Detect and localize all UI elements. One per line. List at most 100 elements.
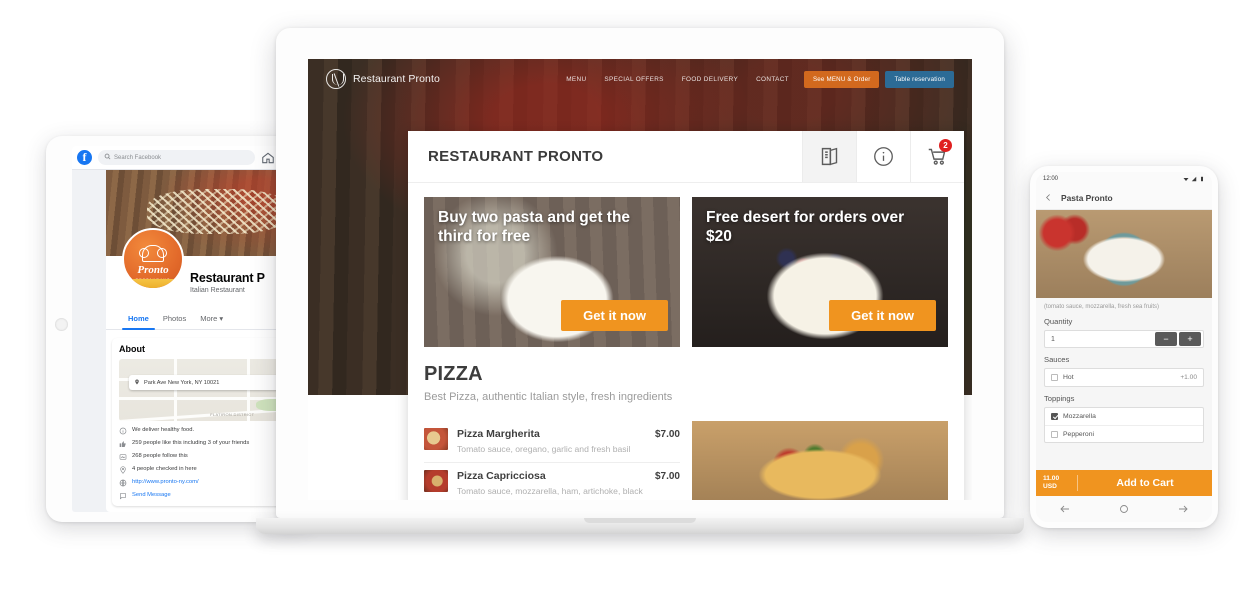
facebook-tabs: Home Photos More ▾	[106, 308, 300, 330]
restaurant-website: Restaurant Pronto MENU SPECIAL OFFERS FO…	[308, 59, 972, 500]
back-arrow-icon[interactable]	[1059, 503, 1071, 515]
list-item[interactable]: Send Message	[119, 492, 300, 500]
nav-item-food-delivery[interactable]: FOOD DELIVERY	[673, 76, 747, 83]
option-price: +1.00	[1180, 374, 1197, 381]
nav-item-menu[interactable]: MENU	[557, 76, 595, 83]
promo-banners: Buy two pasta and get the third for free…	[408, 183, 964, 347]
avatar[interactable]: Pronto RESTAURANT	[122, 228, 184, 290]
add-to-cart-button[interactable]: Add to Cart	[1078, 477, 1212, 489]
shopping-cart-icon[interactable]: 2	[910, 131, 964, 182]
facebook-logo-icon[interactable]: f	[77, 150, 92, 165]
get-it-now-button[interactable]: Get it now	[829, 300, 936, 331]
location-icon	[119, 466, 127, 474]
promo-text: Free desert for orders over $20	[706, 209, 905, 245]
widget-title: RESTAURANT PRONTO	[428, 148, 604, 165]
menu-item-row[interactable]: Pizza Margherita Tomato sauce, oregano, …	[424, 421, 680, 462]
option-row-hot[interactable]: Hot +1.00	[1045, 369, 1203, 386]
facebook-body: Pronto RESTAURANT Restaurant P Italian R…	[72, 170, 300, 512]
tab-photos[interactable]: Photos	[163, 314, 186, 329]
promo-text: Buy two pasta and get the third for free	[438, 209, 631, 245]
home-icon[interactable]	[261, 151, 275, 165]
address-text: Park Ave New York, NY 10021	[144, 379, 220, 386]
see-menu-and-order-button[interactable]: See MENU & Order	[803, 70, 880, 88]
address-pill[interactable]: Park Ave New York, NY 10021	[129, 375, 300, 390]
people-icon	[119, 453, 127, 461]
checkbox-icon[interactable]	[1051, 430, 1058, 438]
option-label: Mozzarella	[1063, 413, 1096, 420]
tab-more[interactable]: More ▾	[200, 314, 223, 329]
laptop-lid: Restaurant Pronto MENU SPECIAL OFFERS FO…	[276, 28, 1004, 518]
status-bar: 12:00	[1036, 172, 1212, 186]
map-preview[interactable]: NOMAD FLATIRON DISTRICT Park Ave New Yor…	[119, 359, 300, 421]
option-row-mozzarella[interactable]: Mozzarella	[1045, 408, 1203, 425]
app-title: Pasta Pronto	[1061, 192, 1113, 203]
phone-device: 12:00 Pasta Pronto (tomato sauce, mozzar…	[1030, 166, 1218, 528]
checkbox-icon[interactable]	[1051, 374, 1058, 381]
menu-book-icon[interactable]	[802, 131, 856, 182]
about-info-list: We deliver healthy food. Why food. 259 p…	[119, 427, 300, 500]
option-label: Hot	[1063, 374, 1074, 381]
brand-name: Restaurant Pronto	[353, 73, 440, 85]
toppings-label: Toppings	[1044, 394, 1075, 403]
website-link[interactable]: http://www.pronto-ny.com/	[132, 479, 199, 487]
fork-knife-logo-icon	[326, 69, 346, 89]
phone-screen: 12:00 Pasta Pronto (tomato sauce, mozzar…	[1036, 172, 1212, 522]
item-name: Pizza Capricciosa	[457, 470, 546, 483]
tab-home[interactable]: Home	[122, 314, 155, 330]
message-icon	[119, 492, 127, 500]
list-item[interactable]: http://www.pronto-ny.com/	[119, 479, 300, 487]
promo-banner-dessert[interactable]: Free desert for orders over $20 Get it n…	[692, 197, 948, 347]
menu-columns: Pizza Margherita Tomato sauce, oregano, …	[424, 421, 948, 500]
item-description: Tomato sauce, oregano, garlic and fresh …	[457, 444, 631, 454]
cart-count-badge: 2	[939, 139, 952, 152]
nav-item-special-offers[interactable]: SPECIAL OFFERS	[595, 76, 672, 83]
laptop-trackpad-notch	[584, 518, 696, 523]
get-it-now-button[interactable]: Get it now	[561, 300, 668, 331]
about-section: About See NOMAD FLATIRON DI	[112, 338, 300, 506]
android-nav-bar	[1036, 496, 1212, 522]
avatar-ribbon	[124, 279, 182, 288]
option-label: Pepperoni	[1063, 430, 1094, 438]
quantity-minus-button[interactable]: −	[1155, 332, 1177, 346]
info-circle-icon[interactable]	[856, 131, 910, 182]
table-reservation-button[interactable]: Table reservation	[885, 70, 954, 88]
avatar-brand-text: Pronto	[137, 263, 169, 276]
site-menu: MENU SPECIAL OFFERS FOOD DELIVERY CONTAC…	[557, 70, 954, 88]
app-bar: Pasta Pronto	[1036, 186, 1212, 210]
menu-item-row[interactable]: Pizza Capricciosa Tomato sauce, mozzarel…	[424, 462, 680, 500]
site-brand[interactable]: Restaurant Pronto	[326, 69, 440, 89]
search-input[interactable]: Search Facebook	[98, 150, 255, 165]
nav-item-contact[interactable]: CONTACT	[747, 76, 798, 83]
laptop-base	[256, 518, 1024, 534]
screenshot-stage: f Search Facebook Pronto Restaurant P It…	[0, 0, 1240, 608]
back-chevron-icon[interactable]	[1044, 193, 1053, 202]
checkbox-checked-icon[interactable]	[1051, 413, 1058, 420]
item-thumbnail	[424, 428, 448, 450]
sauces-label: Sauces	[1044, 355, 1070, 364]
ordering-widget: RESTAURANT PRONTO 2 Buy two pasta and ge…	[408, 131, 964, 500]
list-item: 259 people like this including 3 of your…	[119, 440, 300, 448]
add-to-cart-bar[interactable]: 11.00 USD Add to Cart	[1036, 470, 1212, 496]
quantity-plus-button[interactable]: +	[1179, 332, 1201, 346]
tablet-device: f Search Facebook Pronto Restaurant P It…	[46, 136, 308, 522]
cart-price: 11.00 USD	[1036, 475, 1078, 491]
list-item: 4 people checked in here	[119, 466, 300, 474]
option-row-pepperoni[interactable]: Pepperoni	[1045, 425, 1203, 442]
search-placeholder-text: Search Facebook	[114, 154, 162, 161]
about-title: About	[119, 344, 145, 354]
globe-icon	[119, 479, 127, 487]
home-circle-icon[interactable]	[1118, 503, 1130, 515]
toppings-options: Mozzarella Pepperoni	[1044, 407, 1204, 443]
list-item-label: We deliver healthy food.	[132, 427, 195, 433]
quantity-value[interactable]: 1	[1051, 336, 1055, 343]
promo-banner-pasta[interactable]: Buy two pasta and get the third for free…	[424, 197, 680, 347]
send-message-link[interactable]: Send Message	[132, 492, 171, 500]
quantity-stepper[interactable]: 1 − +	[1044, 330, 1204, 348]
forward-arrow-icon[interactable]	[1177, 503, 1189, 515]
tablet-home-button[interactable]	[55, 318, 68, 331]
status-time: 12:00	[1043, 176, 1059, 182]
menu-column-right: Pizza Prosciutto e Funghi $7.00	[692, 421, 948, 500]
section-title: PIZZA	[424, 363, 483, 385]
menu-column-left: Pizza Margherita Tomato sauce, oregano, …	[424, 421, 680, 500]
status-icons	[1183, 176, 1205, 182]
